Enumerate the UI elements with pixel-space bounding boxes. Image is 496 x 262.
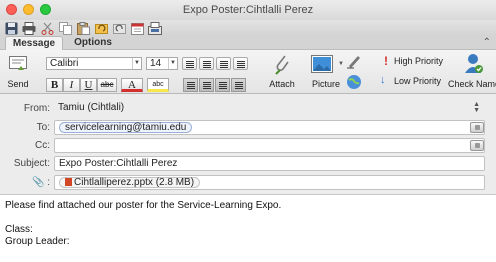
message-body[interactable]: Please find attached our poster for the … <box>5 200 491 248</box>
bullets-icon <box>186 61 194 62</box>
send-label: Send <box>7 79 29 89</box>
bullets-button[interactable] <box>182 57 197 70</box>
numbering-icon <box>203 61 211 62</box>
picture-dropdown-icon[interactable]: ▼ <box>338 61 344 67</box>
body-line: Group Leader: <box>5 236 70 247</box>
print-icon[interactable] <box>22 21 36 35</box>
paste-icon[interactable] <box>76 21 90 35</box>
justify-button[interactable] <box>231 78 246 92</box>
recipient-token[interactable]: servicelearning@tamiu.edu <box>59 122 193 133</box>
quick-access-toolbar <box>0 20 496 36</box>
minimize-window-button[interactable] <box>23 4 34 15</box>
window-title: Expo Poster:Cihtlalli Perez <box>182 4 314 16</box>
body-line: Please find attached our poster for the … <box>5 200 282 211</box>
tab-message[interactable]: Message <box>5 36 63 50</box>
send-button[interactable]: Send <box>4 53 32 92</box>
send-icon <box>9 53 27 76</box>
attachment-name: Cihtlalliperez.pptx (2.8 MB) <box>74 177 195 188</box>
picture-icon <box>311 55 333 76</box>
tab-options[interactable]: Options <box>70 36 116 50</box>
check-names-label: Check Names <box>448 79 496 89</box>
decrease-indent-button[interactable] <box>216 57 231 70</box>
align-right-button[interactable] <box>215 78 230 92</box>
address-book-icon[interactable] <box>470 140 484 151</box>
cc-field[interactable] <box>54 138 485 153</box>
attachments-label: 📎 : <box>31 177 50 188</box>
title-bar: Expo Poster:Cihtlalli Perez <box>0 0 496 20</box>
align-center-button[interactable] <box>199 78 214 92</box>
cc-label: Cc: <box>35 140 50 151</box>
attachment-chip[interactable]: Cihtlalliperez.pptx (2.8 MB) <box>59 177 201 188</box>
italic-button[interactable]: I <box>63 78 80 92</box>
from-value: Tamiu (Cihtlali) <box>58 102 125 113</box>
cut-icon[interactable] <box>40 21 54 35</box>
address-book-icon[interactable] <box>470 122 484 133</box>
save-icon[interactable] <box>4 21 18 35</box>
text-color-button[interactable]: A <box>121 78 143 92</box>
redo-icon[interactable] <box>112 21 126 35</box>
attach-button[interactable]: Attach <box>266 53 298 92</box>
subject-label: Subject: <box>13 158 50 169</box>
align-left-button[interactable] <box>183 78 198 92</box>
align-center-icon <box>203 82 211 83</box>
to-label: To: <box>36 122 50 133</box>
chevron-down-icon: ▼ <box>168 58 177 69</box>
font-size-dropdown[interactable]: 14 ▼ <box>146 57 178 70</box>
from-select[interactable]: Tamiu (Cihtlali) ▲ ▼ <box>54 101 485 116</box>
picture-button[interactable]: Picture <box>308 53 344 92</box>
strikethrough-button[interactable]: abc <box>97 78 117 92</box>
chevron-down-icon: ▼ <box>132 58 141 69</box>
picture-label: Picture <box>311 79 340 89</box>
paperclip-icon <box>273 53 291 78</box>
attach-label: Attach <box>269 79 295 89</box>
bold-button[interactable]: B <box>46 78 63 92</box>
from-label: From: <box>23 103 50 114</box>
justify-icon <box>235 82 243 83</box>
undo-icon[interactable] <box>94 21 108 35</box>
high-priority-button[interactable]: ! High Priority <box>384 55 454 69</box>
message-header: From: Tamiu (Cihtlali) ▲ ▼ To: servicelea… <box>0 94 496 195</box>
subject-row: Subject: Expo Poster:Cihtlalli Perez <box>0 155 496 172</box>
address-book-icon[interactable] <box>148 21 162 35</box>
body-line: Class: <box>5 224 33 235</box>
collapse-ribbon-icon[interactable]: ⌃ <box>483 37 491 48</box>
to-row: To: servicelearning@tamiu.edu <box>0 119 496 136</box>
zoom-window-button[interactable] <box>40 4 51 15</box>
down-arrow-icon: ↓ <box>380 74 386 86</box>
check-names-button[interactable]: Check Names <box>448 53 496 92</box>
increase-indent-button[interactable] <box>233 57 248 70</box>
exclamation-icon: ! <box>384 54 388 68</box>
signature-icon[interactable] <box>346 53 362 72</box>
to-field[interactable]: servicelearning@tamiu.edu <box>54 120 485 135</box>
low-priority-label: Low Priority <box>394 76 442 86</box>
low-priority-button[interactable]: ↓ Low Priority <box>380 74 452 88</box>
updown-chevron-icon: ▲ ▼ <box>473 101 480 114</box>
highlight-button[interactable]: abc <box>147 78 169 92</box>
font-size-value: 14 <box>150 58 162 69</box>
from-row: From: Tamiu (Cihtlali) ▲ ▼ <box>0 100 496 117</box>
copy-icon[interactable] <box>58 21 72 35</box>
pptx-file-icon <box>65 178 72 186</box>
close-window-button[interactable] <box>6 4 17 15</box>
body-line <box>5 212 491 224</box>
calendar-icon[interactable] <box>130 21 144 35</box>
font-name-value: Calibri <box>50 58 79 69</box>
ribbon-tabs: Message Options ⌃ <box>0 36 496 50</box>
attachments-row: 📎 : Cihtlalliperez.pptx (2.8 MB) <box>0 174 496 191</box>
emoji-globe-icon[interactable] <box>346 74 362 93</box>
subject-field[interactable]: Expo Poster:Cihtlalli Perez <box>54 156 485 171</box>
increase-indent-icon <box>237 61 245 62</box>
font-name-dropdown[interactable]: Calibri ▼ <box>46 57 142 70</box>
numbering-button[interactable] <box>199 57 214 70</box>
align-right-icon <box>219 82 227 83</box>
decrease-indent-icon <box>220 61 228 62</box>
person-check-icon <box>464 53 484 78</box>
ribbon: Send Calibri ▼ 14 ▼ B I U abc A abc Atta… <box>0 50 496 94</box>
paperclip-icon: 📎 <box>31 177 45 188</box>
cc-row: Cc: <box>0 137 496 154</box>
align-left-icon <box>187 82 195 83</box>
high-priority-label: High Priority <box>394 56 444 66</box>
underline-button[interactable]: U <box>80 78 97 92</box>
attachments-field: Cihtlalliperez.pptx (2.8 MB) <box>54 175 485 190</box>
